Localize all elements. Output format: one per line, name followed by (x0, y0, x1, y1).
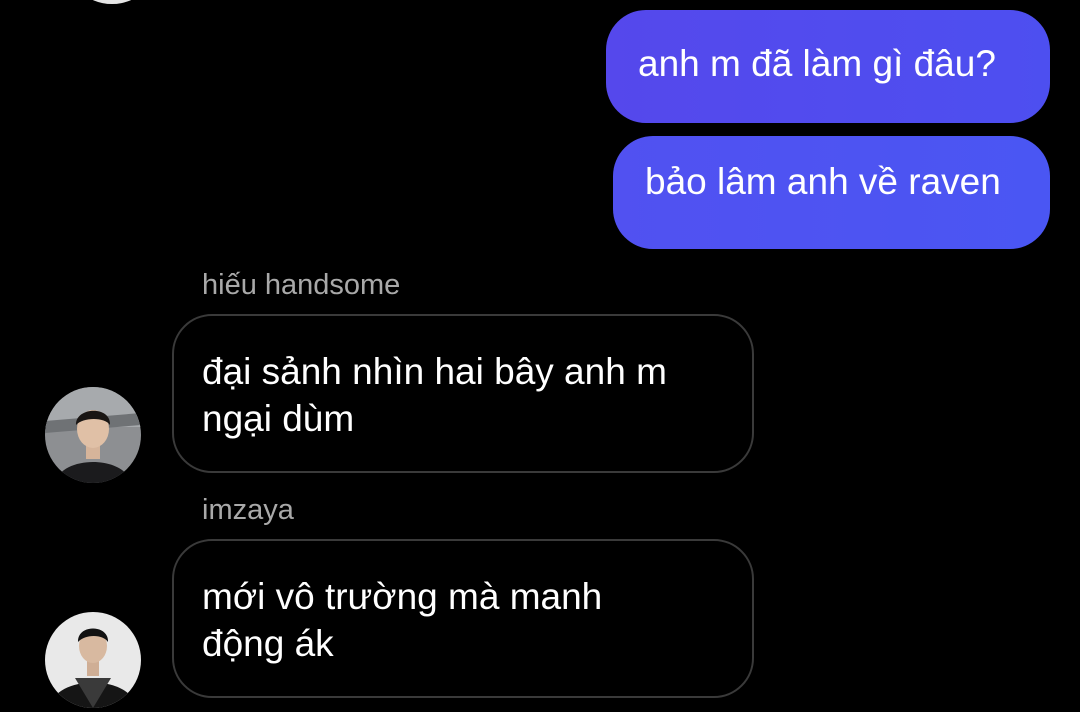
outgoing-message-bubble[interactable]: anh m đã làm gì đâu? (606, 10, 1050, 123)
message-text: anh m đã làm gì đâu? (638, 43, 996, 84)
avatar-photo-icon (45, 387, 141, 483)
incoming-message-bubble[interactable]: mới vô trường mà manh động ák (172, 539, 754, 698)
message-text-line: mới vô trường mà manh (202, 576, 603, 617)
message-text: bảo lâm anh về raven (645, 161, 1001, 202)
message-text-line: đại sảnh nhìn hai bây anh m (202, 351, 667, 392)
incoming-message-bubble[interactable]: đại sảnh nhìn hai bây anh m ngại dùm (172, 314, 754, 473)
avatar-photo-icon (45, 612, 141, 708)
sender-name: hiếu handsome (202, 269, 401, 301)
avatar-photo-icon (64, 0, 160, 4)
contact-avatar[interactable] (64, 0, 160, 4)
sender-avatar[interactable] (45, 387, 141, 483)
sender-avatar[interactable] (45, 612, 141, 708)
message-text-line: động ák (202, 623, 334, 664)
outgoing-message-bubble[interactable]: bảo lâm anh về raven (613, 136, 1050, 249)
sender-name: imzaya (202, 494, 294, 526)
message-text-line: ngại dùm (202, 398, 355, 439)
